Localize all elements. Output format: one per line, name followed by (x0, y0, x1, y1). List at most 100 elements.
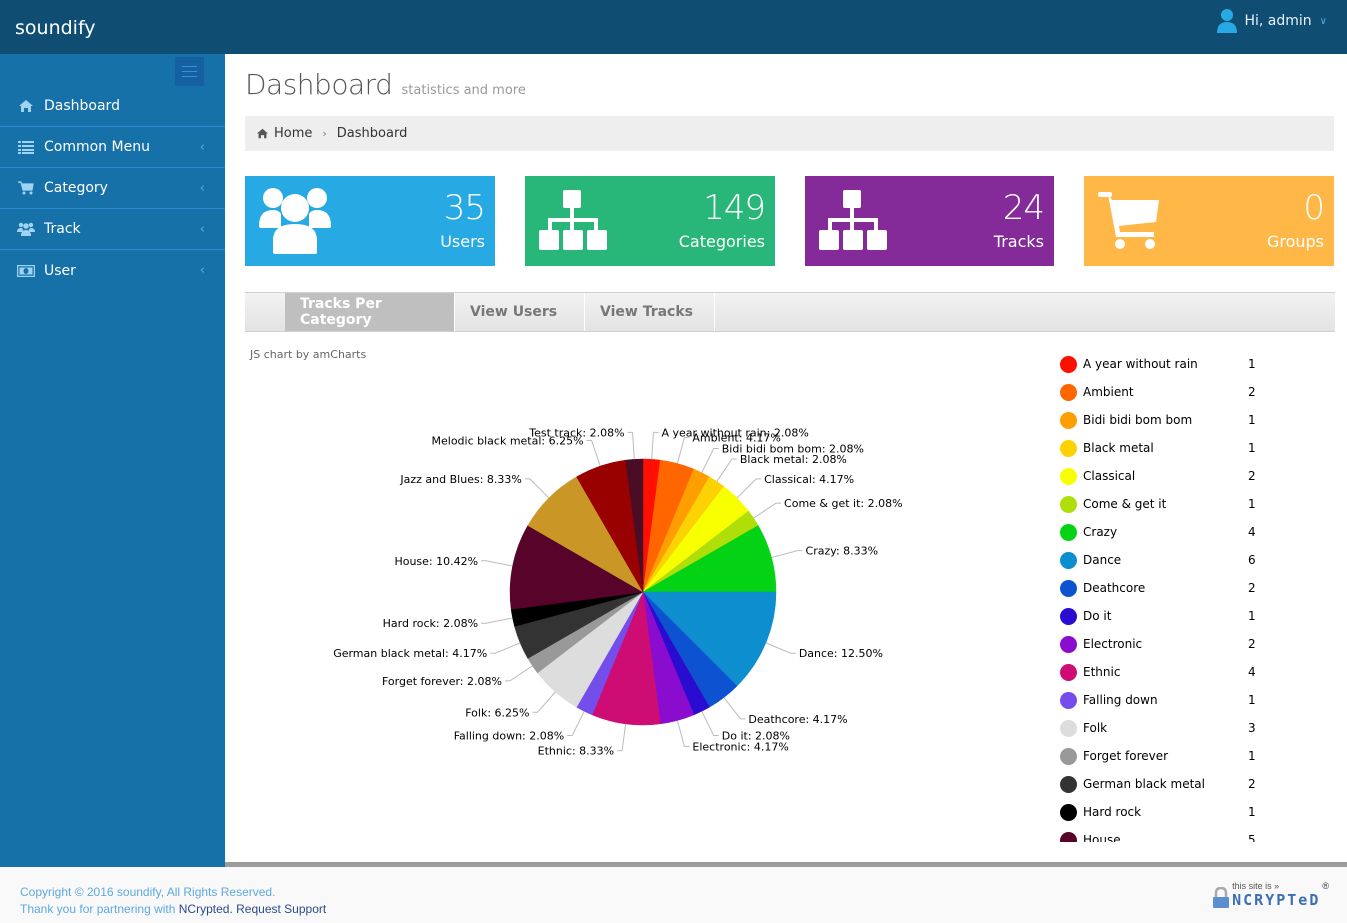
pie-data-label: Forget forever: 2.08% (382, 675, 502, 688)
legend-value: 1 (1248, 805, 1256, 819)
legend-label: Folk (1083, 721, 1108, 735)
pie-data-label: Hard rock: 2.08% (383, 617, 478, 630)
legend-value: 1 (1248, 497, 1256, 511)
pie-label-connector (676, 720, 690, 748)
legend-item[interactable]: Ethnic 4 (1060, 658, 1270, 686)
brand-logo[interactable]: soundify (15, 17, 96, 39)
pie-data-label: German black metal: 4.17% (333, 647, 487, 660)
legend-item[interactable]: Deathcore 2 (1060, 574, 1270, 602)
legend-label: Deathcore (1083, 581, 1146, 595)
legend-label: A year without rain (1083, 357, 1198, 371)
lock-icon (1213, 887, 1230, 908)
legend-marker (1060, 495, 1077, 513)
legend-marker (1060, 355, 1077, 373)
legend-value: 2 (1248, 469, 1256, 483)
pie-data-label: Deathcore: 4.17% (748, 713, 847, 726)
pie-label-connector (701, 711, 719, 736)
sidebar-item-common-menu[interactable]: Common Menu ‹ (0, 127, 225, 168)
pie-data-label: Falling down: 2.08% (454, 729, 565, 742)
badge-small-text: this site is » (1232, 881, 1280, 891)
legend-label: Come & get it (1083, 497, 1167, 511)
legend-item[interactable]: Come & get it 1 (1060, 490, 1270, 518)
pie-label-connector (524, 478, 550, 499)
pie-data-label: Come & get it: 2.08% (784, 497, 903, 510)
legend-item[interactable]: A year without rain 1 (1060, 350, 1270, 378)
legend-marker (1060, 635, 1077, 653)
legend-label: Dance (1083, 553, 1122, 567)
pie-data-label: Jazz and Blues: 8.33% (399, 473, 521, 486)
chevron-left-icon: ‹ (199, 263, 205, 278)
request-support-link[interactable]: Request Support (236, 902, 326, 916)
pie-label-connector (490, 642, 521, 654)
chevron-down-icon: ∨ (1319, 15, 1327, 27)
user-greeting: Hi, admin (1244, 13, 1312, 29)
stat-label: Groups (1266, 232, 1324, 251)
chevron-left-icon: ‹ (199, 180, 205, 196)
chevron-left-icon: ‹ (199, 221, 205, 237)
ncrypted-link[interactable]: NCrypted. (179, 902, 233, 916)
legend-item[interactable]: Electronic 2 (1060, 630, 1270, 658)
sidebar-item-dashboard[interactable]: Dashboard (0, 86, 225, 127)
sidebar-item-category[interactable]: Category ‹ (0, 168, 225, 209)
pie-label-connector (481, 560, 513, 567)
ncrypted-badge[interactable]: this site is » NCRYPTeD ® (1212, 881, 1329, 909)
sidebar-item-label: Track (44, 221, 81, 237)
main-content: Dashboard statistics and more Home › Das… (225, 54, 1347, 862)
pie-data-label: Dance: 12.50% (799, 647, 883, 660)
legend-value: 3 (1248, 721, 1256, 735)
partner-prefix: Thank you for partnering with (20, 902, 176, 916)
user-menu[interactable]: Hi, admin ∨ (1216, 8, 1327, 34)
stat-card-groups[interactable]: 0 Groups (1084, 176, 1334, 266)
legend-label: Ethnic (1083, 665, 1121, 679)
legend-item[interactable]: Hard rock 1 (1060, 798, 1270, 826)
chart-legend: A year without rain 1 Ambient 2 Bidi bidi bo… (1060, 350, 1270, 842)
legend-label: Falling down (1083, 693, 1158, 707)
legend-item[interactable]: Folk 3 (1060, 714, 1270, 742)
legend-label: Classical (1083, 469, 1136, 483)
legend-item[interactable]: House 5 (1060, 826, 1270, 842)
legend-value: 1 (1248, 441, 1256, 455)
sidebar-item-label: User (44, 262, 76, 279)
sidebar-item-user[interactable]: User ‹ (0, 250, 225, 291)
stat-value: 0 (1303, 188, 1325, 228)
top-navbar: soundify Hi, admin ∨ (0, 0, 1347, 54)
pie-label-connector (723, 697, 746, 720)
legend-marker (1060, 691, 1077, 709)
legend-item[interactable]: Do it 1 (1060, 602, 1270, 630)
pie-label-connector (701, 448, 719, 473)
legend-marker (1060, 523, 1077, 541)
pie-label-connector (716, 458, 737, 482)
partner-text: Thank you for partnering with NCrypted. … (20, 902, 326, 916)
legend-value: 1 (1248, 357, 1256, 371)
sidebar-item-track[interactable]: Track ‹ (0, 209, 225, 250)
users-icon (16, 222, 36, 236)
legend-label: Black metal (1083, 441, 1154, 455)
legend-value: 2 (1248, 777, 1256, 791)
legend-item[interactable]: Bidi bidi bom bom 1 (1060, 406, 1270, 434)
legend-label: Crazy (1083, 525, 1118, 539)
pie-label-connector (567, 711, 585, 736)
legend-item[interactable]: Ambient 2 (1060, 378, 1270, 406)
legend-item[interactable]: Dance 6 (1060, 546, 1270, 574)
pie-label-connector (504, 665, 533, 682)
legend-item[interactable]: German black metal 2 (1060, 770, 1270, 798)
legend-marker (1060, 831, 1077, 842)
legend-value: 1 (1248, 609, 1256, 623)
sidebar-toggle-button[interactable] (175, 57, 204, 86)
legend-item[interactable]: Falling down 1 (1060, 686, 1270, 714)
pie-label-connector (586, 439, 601, 467)
cart-icon (16, 181, 36, 195)
sidebar: Dashboard Common Menu ‹ Category ‹ Track… (0, 54, 225, 862)
pie-label-connector (736, 478, 762, 499)
legend-item[interactable]: Classical 2 (1060, 462, 1270, 490)
legend-item[interactable]: Forget forever 1 (1060, 742, 1270, 770)
pie-data-label: House: 10.42% (394, 555, 478, 568)
money-icon (16, 264, 36, 277)
legend-marker (1060, 579, 1077, 597)
copyright-text: Copyright © 2016 soundify, All Rights Re… (20, 885, 276, 899)
legend-label: House (1083, 833, 1121, 842)
legend-item[interactable]: Black metal 1 (1060, 434, 1270, 462)
chevron-left-icon: ‹ (199, 139, 205, 155)
pie-label-connector (676, 436, 690, 464)
legend-item[interactable]: Crazy 4 (1060, 518, 1270, 546)
